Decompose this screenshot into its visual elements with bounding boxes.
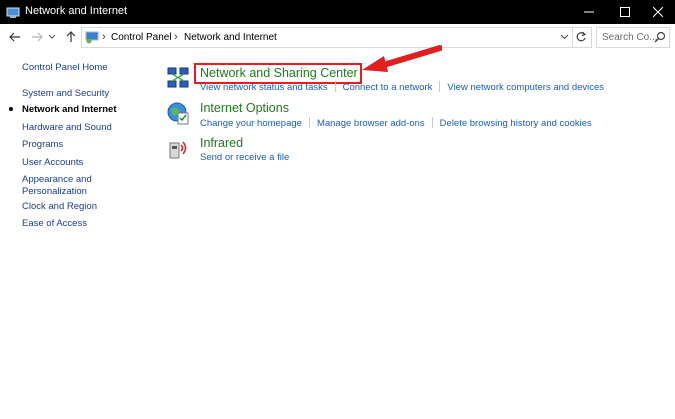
link-manage-browser-add-ons[interactable]: Manage browser add-ons <box>317 118 425 129</box>
window-title: Network and Internet <box>25 5 128 17</box>
breadcrumb-control-panel[interactable]: Control Panel <box>111 32 172 43</box>
internet-options-icon[interactable] <box>166 101 190 125</box>
address-divider <box>572 28 573 47</box>
breadcrumb-separator-icon: › <box>174 31 178 43</box>
link-separator <box>439 81 441 92</box>
back-arrow-icon <box>9 32 20 42</box>
link-change-homepage[interactable]: Change your homepage <box>200 118 302 129</box>
navigation-bar: › Control Panel › Network and Internet S… <box>0 24 675 51</box>
control-panel-icon <box>6 7 20 18</box>
link-delete-browsing-history[interactable]: Delete browsing history and cookies <box>440 118 592 129</box>
annotation-arrow-icon <box>362 45 442 72</box>
sidebar-item-hardware-and-sound[interactable]: Hardware and Sound <box>22 122 142 134</box>
infrared-tasks: Send or receive a file <box>200 152 289 163</box>
sidebar-item-system-and-security[interactable]: System and Security <box>22 88 142 100</box>
search-icon[interactable] <box>654 31 666 43</box>
search-box[interactable]: Search Co... <box>596 27 670 48</box>
close-button[interactable] <box>641 0 675 24</box>
infrared-icon[interactable] <box>166 136 190 160</box>
sidebar-item-programs[interactable]: Programs <box>22 139 142 151</box>
forward-arrow-icon <box>32 32 43 42</box>
link-separator <box>334 81 336 92</box>
link-separator <box>431 117 433 128</box>
breadcrumb-separator-icon: › <box>102 31 106 43</box>
address-bar[interactable]: › Control Panel › Network and Internet <box>81 27 592 48</box>
sidebar-item-ease-of-access[interactable]: Ease of Access <box>22 218 142 230</box>
forward-button[interactable] <box>28 27 46 47</box>
network-sharing-center-icon[interactable] <box>166 66 190 90</box>
recent-locations-button[interactable] <box>46 27 58 47</box>
link-view-network-status[interactable]: View network status and tasks <box>200 82 328 93</box>
control-panel-icon <box>85 31 99 44</box>
internet-options-tasks: Change your homepage Manage browser add-o… <box>200 117 592 129</box>
category-internet-options[interactable]: Internet Options <box>200 101 289 115</box>
maximize-button[interactable] <box>608 0 642 24</box>
sidebar-item-user-accounts[interactable]: User Accounts <box>22 157 142 169</box>
sidebar-item-appearance-and-personalization[interactable]: Appearance and Personalization <box>22 174 122 198</box>
up-arrow-icon <box>66 31 76 42</box>
network-sharing-center-tasks: View network status and tasks Connect to … <box>200 81 604 93</box>
maximize-icon <box>620 7 630 17</box>
refresh-icon[interactable] <box>574 30 588 44</box>
address-dropdown-icon[interactable] <box>560 31 569 43</box>
minimize-icon <box>584 11 594 13</box>
link-send-or-receive-file[interactable]: Send or receive a file <box>200 152 289 163</box>
title-bar: Network and Internet <box>0 0 675 24</box>
close-icon <box>653 7 663 17</box>
chevron-down-icon <box>48 34 56 39</box>
link-separator <box>308 117 310 128</box>
category-infrared[interactable]: Infrared <box>200 136 243 150</box>
sidebar-item-network-and-internet: Network and Internet <box>22 104 117 115</box>
current-location-bullet <box>9 107 13 111</box>
back-button[interactable] <box>6 27 24 47</box>
sidebar-item-clock-and-region[interactable]: Clock and Region <box>22 201 142 213</box>
link-connect-to-network[interactable]: Connect to a network <box>343 82 433 93</box>
sidebar-item-control-panel-home[interactable]: Control Panel Home <box>22 62 142 74</box>
breadcrumb-network-and-internet[interactable]: Network and Internet <box>184 32 277 43</box>
minimize-button[interactable] <box>572 0 606 24</box>
up-button[interactable] <box>62 27 80 47</box>
link-view-network-computers[interactable]: View network computers and devices <box>447 82 604 93</box>
search-placeholder: Search Co... <box>602 32 658 43</box>
